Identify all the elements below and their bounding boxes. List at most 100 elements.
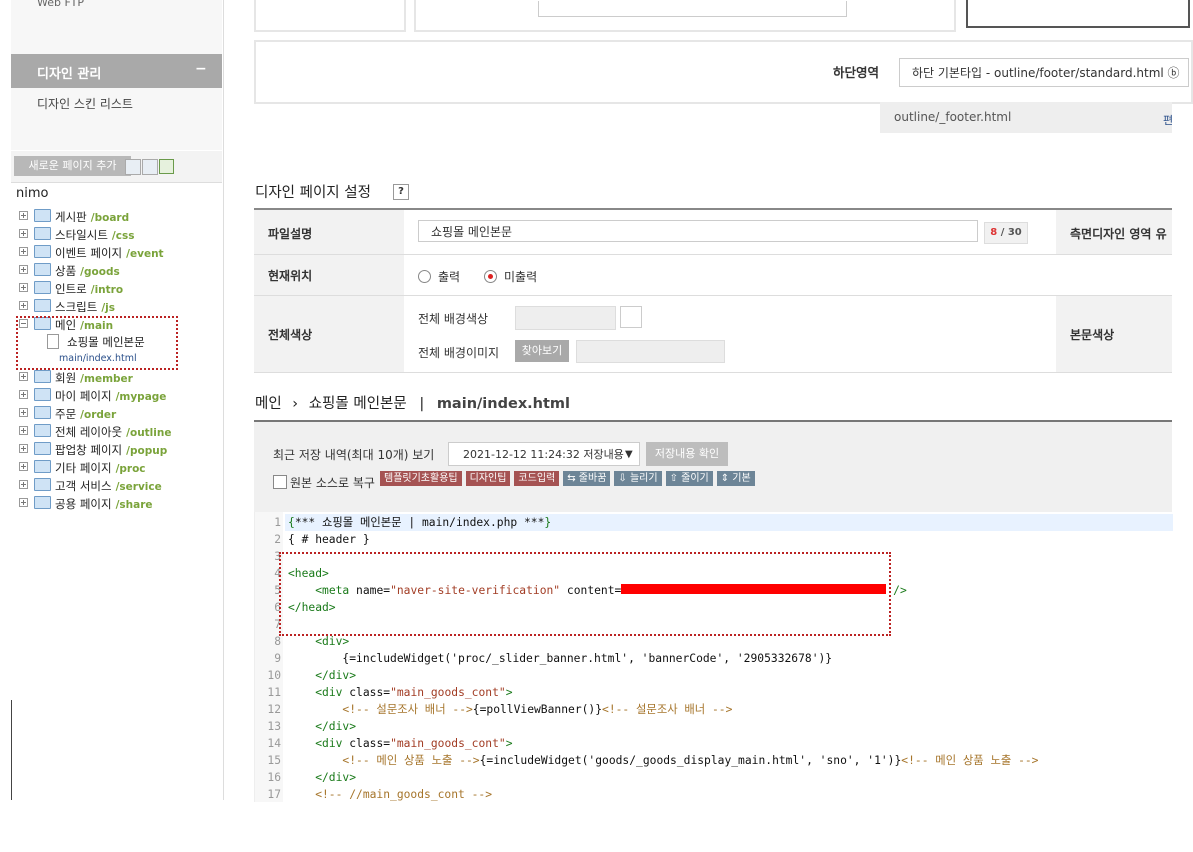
expand-icon[interactable]	[19, 444, 28, 453]
folder-icon	[34, 406, 51, 419]
collapse-icon[interactable]: −	[195, 61, 207, 77]
tree-item-event[interactable]: 이벤트 페이지/event	[19, 244, 219, 262]
tree-item-path: /mypage	[115, 391, 167, 403]
tree-item-outline[interactable]: 전체 레이아웃/outline	[19, 423, 219, 441]
radio-off-icon[interactable]	[418, 270, 431, 283]
bg-label-cell: 전체색상	[254, 296, 404, 373]
bg-color-label: 전체 배경색상	[418, 312, 489, 326]
code-input-button[interactable]: 코드입력	[514, 471, 560, 486]
tree-item-path: /js	[101, 302, 116, 314]
code-line: 10 </div>	[267, 669, 357, 682]
char-counter: 8 / 30	[984, 222, 1028, 244]
folder-icon	[34, 370, 51, 383]
bg-value-cell: 전체 배경색상 전체 배경이미지 찾아보기	[404, 296, 1056, 373]
radio-output-label: 출력	[438, 270, 461, 284]
tree-item-label: 인트로	[55, 282, 87, 296]
tree-item-mypage[interactable]: 마이 페이지/mypage	[19, 387, 219, 405]
file-desc-input[interactable]: 쇼핑몰 메인본문	[418, 220, 978, 242]
radio-output[interactable]: 출력	[418, 268, 460, 285]
folder-icon	[34, 478, 51, 491]
tree-item-path: /popup	[126, 445, 168, 457]
color-swatch[interactable]	[620, 306, 642, 328]
refresh-icon[interactable]	[159, 159, 174, 174]
footer-area-label: 하단영역	[833, 65, 880, 80]
history-select[interactable]: 2021-12-12 11:24:32 저장내용 ▼	[448, 442, 640, 466]
tree-item-order[interactable]: 주문/order	[19, 405, 219, 423]
footer-edit-link[interactable]: 편	[1163, 112, 1173, 128]
tree-item-js[interactable]: 스크립트/js	[19, 298, 219, 316]
file-desc-label: 파일설명	[268, 227, 313, 241]
tree-item-label: 팝업창 페이지	[55, 443, 123, 457]
tree-item-path: /service	[115, 481, 162, 493]
highlight-box	[279, 552, 891, 636]
radio-no-output[interactable]: 미출력	[484, 268, 537, 285]
radio-no-output-label: 미출력	[504, 270, 538, 284]
history-confirm-button[interactable]: 저장내용 확인	[646, 442, 728, 466]
side-design-label-cell: 측면디자인 영역 유	[1056, 210, 1172, 255]
code-line: 2{ # header }	[274, 533, 370, 546]
tree-item-member[interactable]: 회원/member	[19, 369, 219, 387]
expand-icon[interactable]	[19, 390, 28, 399]
expand-icon[interactable]	[19, 301, 28, 310]
footer-file-name: outline/_footer.html	[894, 110, 1012, 124]
tree-item-path: /order	[80, 409, 117, 421]
tree-item-intro[interactable]: 인트로/intro	[19, 280, 219, 298]
wrap-button[interactable]: ⇆ 줄바꿈	[563, 471, 611, 486]
tree-item-board[interactable]: 게시판/board	[19, 208, 219, 226]
code-line: 14 <div class="main_goods_cont">	[267, 737, 513, 750]
expand-icon[interactable]	[19, 480, 28, 489]
tree-item-label: 스타일시트	[55, 228, 108, 242]
tree-item-label: 고객 서비스	[55, 479, 112, 493]
expand-icon[interactable]	[19, 229, 28, 238]
design-tip-button[interactable]: 디자인팁	[465, 471, 511, 486]
tree-item-goods[interactable]: 상품/goods	[19, 262, 219, 280]
tree-item-service[interactable]: 고객 서비스/service	[19, 477, 219, 495]
expand-icon[interactable]	[19, 408, 28, 417]
folder-icon	[34, 209, 51, 222]
file-desc-label-cell: 파일설명	[254, 210, 404, 255]
tree-item-label: 마이 페이지	[55, 389, 112, 403]
tree-item-share[interactable]: 공용 페이지/share	[19, 495, 219, 513]
collapse-all-icon[interactable]	[142, 159, 158, 175]
expand-icon[interactable]	[19, 426, 28, 435]
tree-item-label: 전체 레이아웃	[55, 425, 123, 439]
template-tip-button[interactable]: 템플릿기초활용팁	[380, 471, 462, 486]
tree-item-label: 회원	[55, 371, 77, 385]
expand-icon[interactable]	[19, 498, 28, 507]
char-counter-max: / 30	[997, 227, 1022, 238]
expand-button[interactable]: ⇩ 늘리기	[614, 471, 662, 486]
bg-label: 전체색상	[268, 328, 313, 342]
expand-icon[interactable]	[19, 372, 28, 381]
expand-icon[interactable]	[19, 211, 28, 220]
top-input-cut[interactable]	[538, 1, 847, 17]
design-skin-list-link[interactable]: 디자인 스킨 리스트	[37, 95, 133, 112]
find-button[interactable]: 찾아보기	[515, 340, 569, 362]
help-icon[interactable]: ?	[393, 184, 409, 200]
code-line: 13 </div>	[267, 720, 357, 733]
tree-item-label: 공용 페이지	[55, 497, 112, 511]
add-page-button[interactable]: 새로운 페이지 추가	[14, 156, 131, 176]
restore-checkbox[interactable]	[273, 475, 287, 489]
tree-item-path: /goods	[80, 266, 120, 278]
expand-icon[interactable]	[19, 462, 28, 471]
radio-on-icon[interactable]	[484, 270, 497, 283]
expand-icon[interactable]	[19, 283, 28, 292]
web-ftp-link[interactable]: Web FTP	[37, 0, 84, 9]
code-editor[interactable]: 1 {*** 쇼핑몰 메인본문 | main/index.php ***} 2{ …	[254, 512, 1173, 802]
folder-icon	[34, 245, 51, 258]
bg-color-input[interactable]	[515, 306, 616, 330]
tree-item-proc[interactable]: 기타 페이지/proc	[19, 459, 219, 477]
design-menu-title: 디자인 관리	[37, 67, 102, 82]
footer-select[interactable]: 하단 기본타입 - outline/footer/standard.html ⓑ	[899, 58, 1189, 87]
tree-item-popup[interactable]: 팝업창 페이지/popup	[19, 441, 219, 459]
expand-icon[interactable]	[19, 265, 28, 274]
tree-item-css[interactable]: 스타일시트/css	[19, 226, 219, 244]
bg-image-input[interactable]	[576, 340, 725, 363]
location-label-cell: 현재위치	[254, 255, 404, 296]
shrink-button[interactable]: ⇧ 줄이기	[665, 471, 713, 486]
expand-icon[interactable]	[19, 247, 28, 256]
top-box-left	[254, 0, 406, 32]
design-menu-header[interactable]: 디자인 관리 −	[11, 54, 222, 88]
expand-all-icon[interactable]	[125, 159, 141, 175]
default-size-button[interactable]: ⇕ 기본	[716, 471, 755, 486]
